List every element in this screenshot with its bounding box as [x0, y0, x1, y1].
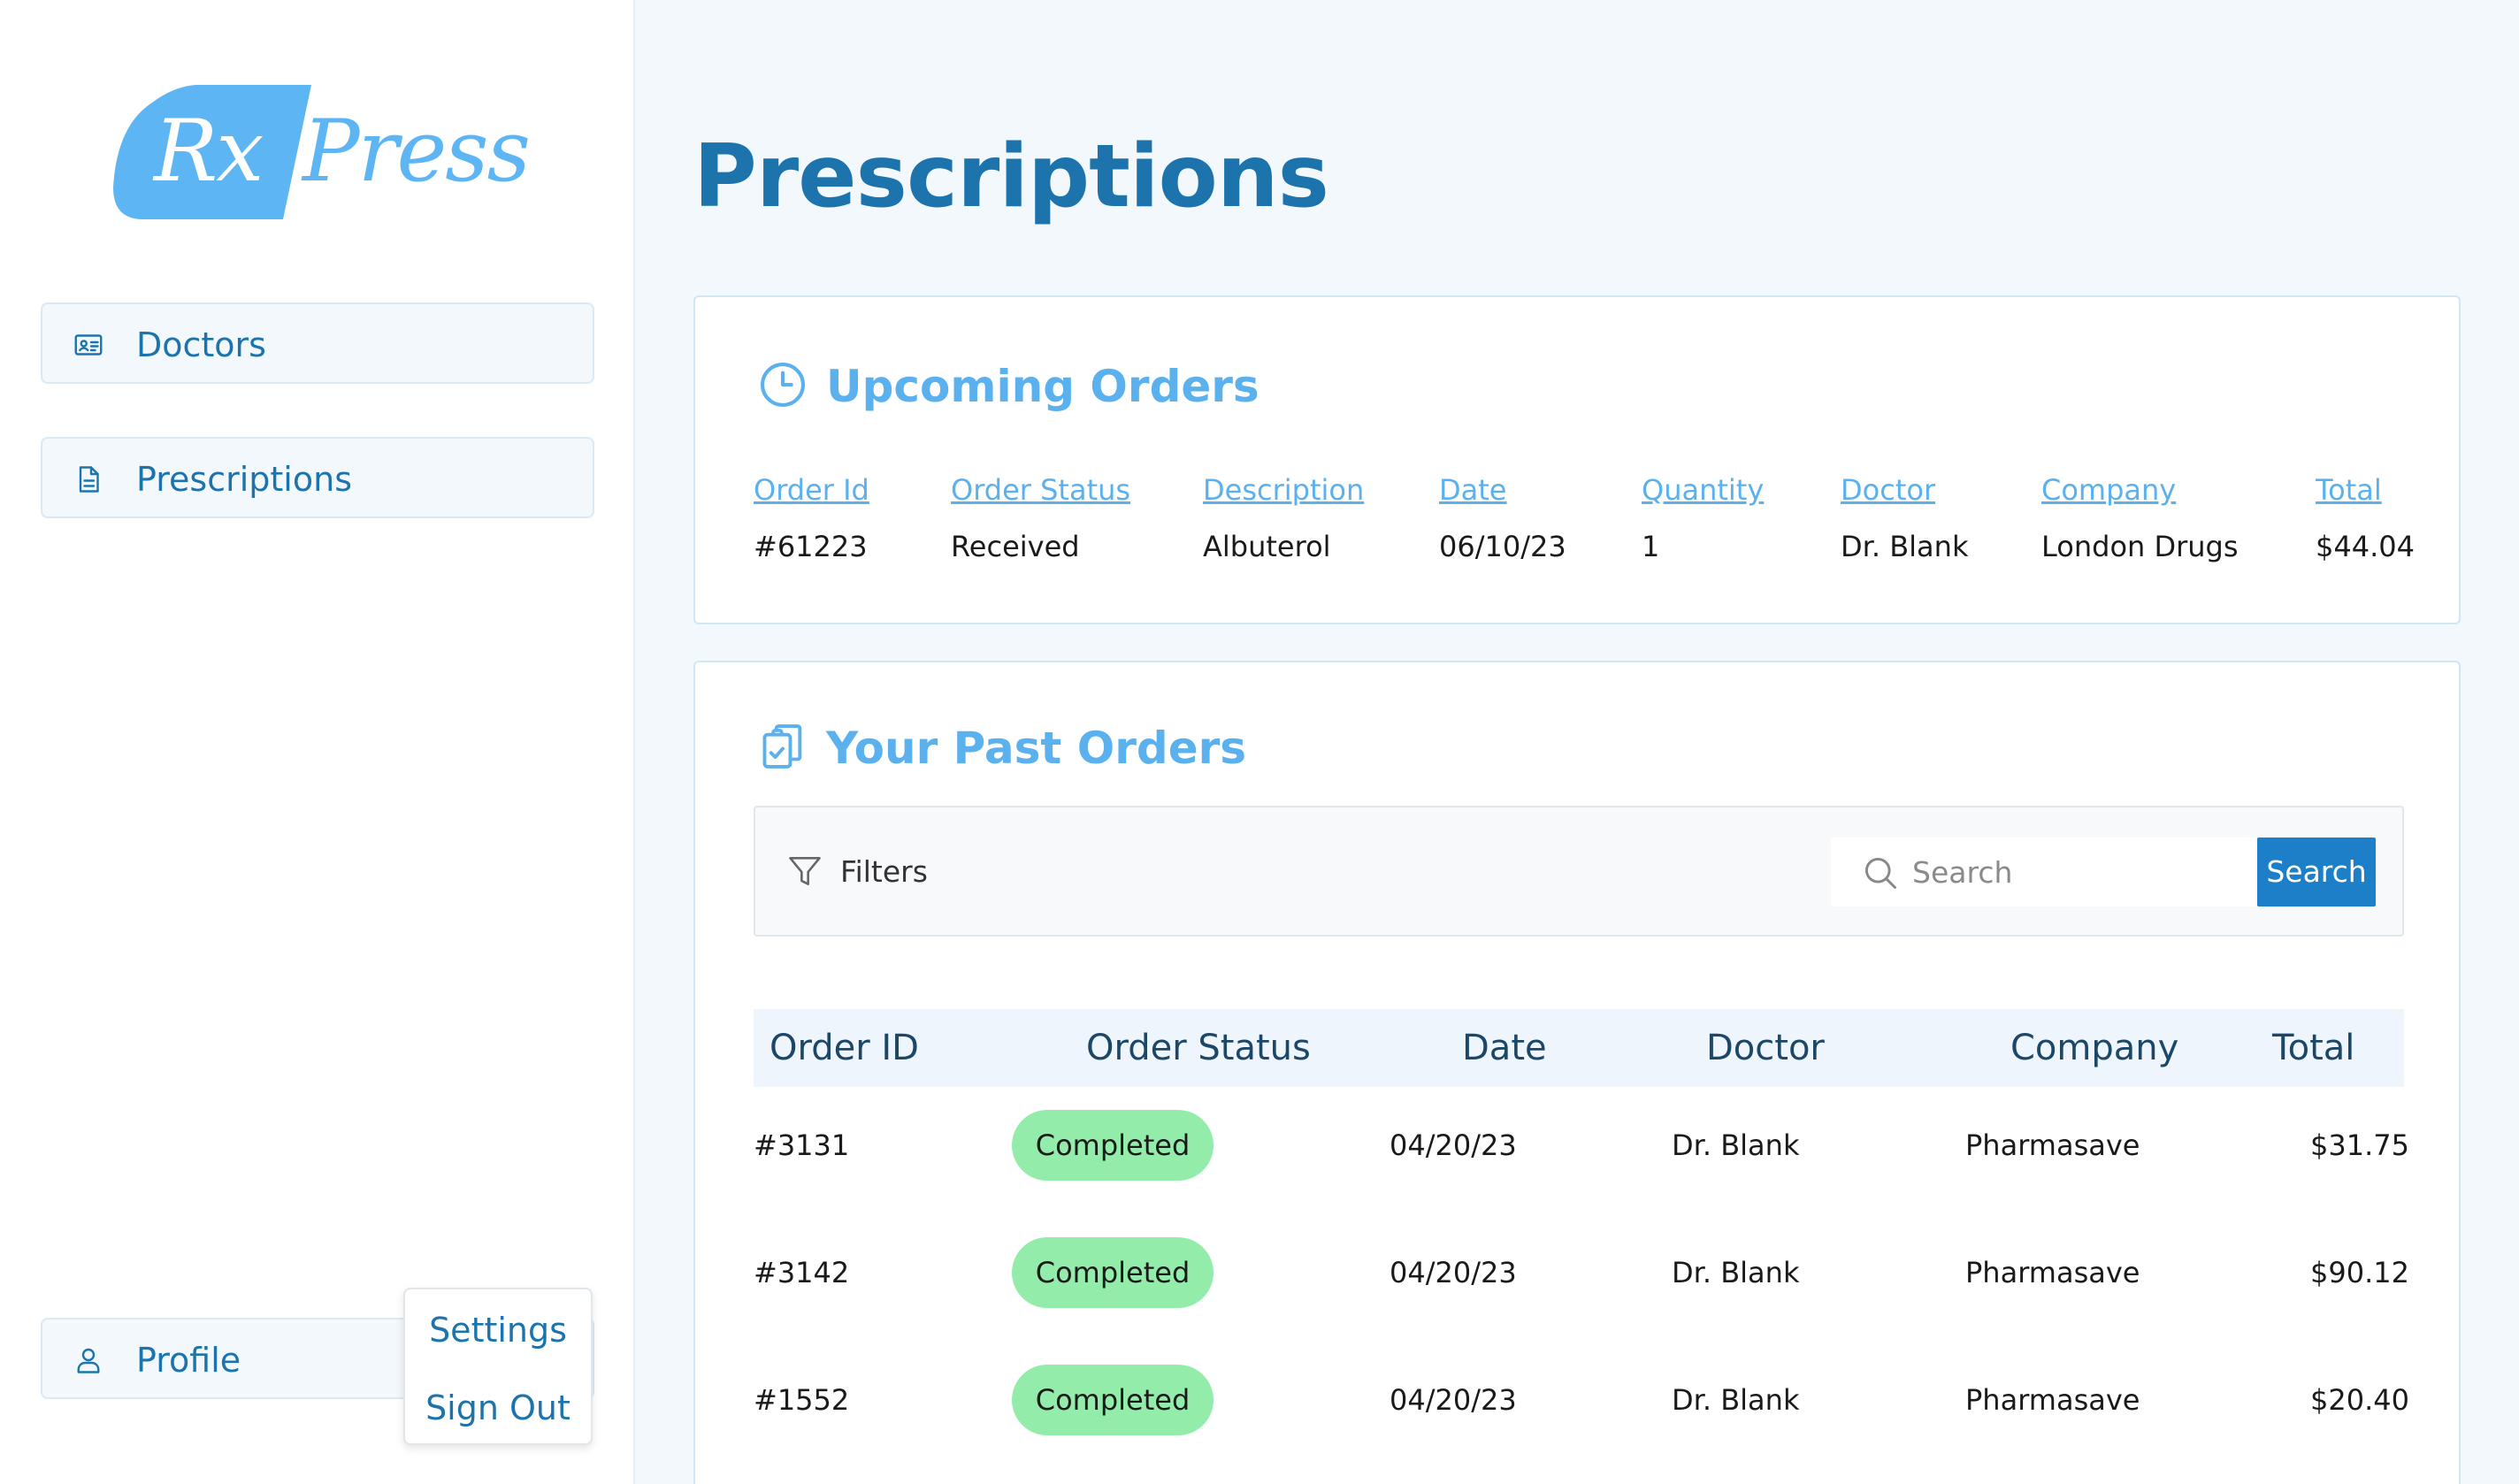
date-cell: 04/20/23 — [1390, 1256, 1517, 1289]
column-header-doctor[interactable]: Doctor — [1706, 1027, 1825, 1069]
upcoming-orders-card: Upcoming Orders Order Id Order Status De… — [693, 295, 2461, 624]
upcoming-description: Albuterol — [1203, 530, 1331, 563]
past-orders-card: Your Past Orders Filters Search Order ID… — [693, 661, 2461, 1484]
column-header-date[interactable]: Date — [1439, 472, 1506, 508]
column-header-doctor[interactable]: Doctor — [1841, 472, 1935, 508]
logo-rx-text: Rx — [154, 102, 264, 201]
date-cell: 04/20/23 — [1390, 1128, 1517, 1162]
upcoming-doctor: Dr. Blank — [1841, 530, 1969, 563]
search-box — [1831, 838, 2257, 906]
sidebar-item-label: Profile — [136, 1341, 241, 1380]
table-row[interactable]: #3142 Completed 04/20/23 Dr. Blank Pharm… — [754, 1214, 2409, 1342]
column-header-order-id[interactable]: Order ID — [769, 1027, 919, 1069]
status-badge: Completed — [1012, 1237, 1214, 1308]
search-input[interactable] — [1912, 850, 2248, 894]
filters-button[interactable]: Filters — [840, 853, 928, 891]
status-badge: Completed — [1012, 1110, 1214, 1181]
filter-bar: Filters Search — [754, 806, 2404, 937]
date-cell: 04/20/23 — [1390, 1383, 1517, 1417]
search-icon — [1861, 853, 1900, 892]
company-cell: Pharmasave — [1965, 1128, 2140, 1162]
column-header-date[interactable]: Date — [1462, 1027, 1547, 1069]
upcoming-orders-title: Upcoming Orders — [826, 361, 1260, 412]
total-cell: $90.12 — [2310, 1256, 2409, 1289]
profile-dropdown-menu: Settings Sign Out — [403, 1288, 593, 1445]
order-id-cell: #3142 — [754, 1256, 850, 1289]
company-cell: Pharmasave — [1965, 1383, 2140, 1417]
status-badge: Completed — [1012, 1365, 1214, 1435]
column-header-total[interactable]: Total — [2316, 472, 2382, 508]
upcoming-order-status: Received — [951, 530, 1080, 563]
search-button[interactable]: Search — [2257, 838, 2376, 906]
document-icon — [73, 463, 104, 495]
column-header-company[interactable]: Company — [2041, 472, 2176, 508]
upcoming-date: 06/10/23 — [1439, 530, 1566, 563]
clipboard-check-icon — [757, 721, 808, 772]
upcoming-order-id: #61223 — [754, 530, 868, 563]
doctor-cell: Dr. Blank — [1672, 1128, 1800, 1162]
upcoming-total: $44.04 — [2316, 530, 2415, 563]
upcoming-quantity: 1 — [1642, 530, 1660, 563]
column-header-order-id[interactable]: Order Id — [754, 472, 869, 508]
past-orders-table-header: Order ID Order Status Date Doctor Compan… — [754, 1009, 2404, 1087]
column-header-quantity[interactable]: Quantity — [1642, 472, 1764, 508]
total-cell: $20.40 — [2310, 1383, 2409, 1417]
sidebar: Rx Press Doctors Prescriptions Profile S… — [0, 0, 635, 1484]
past-orders-title: Your Past Orders — [826, 723, 1247, 774]
column-header-description[interactable]: Description — [1203, 472, 1364, 508]
rxpress-logo[interactable]: Rx Press — [111, 81, 531, 223]
sidebar-item-prescriptions[interactable]: Prescriptions — [41, 437, 594, 518]
doctor-cell: Dr. Blank — [1672, 1256, 1800, 1289]
user-icon — [73, 1344, 104, 1376]
filter-funnel-icon[interactable] — [785, 852, 824, 891]
sidebar-item-label: Prescriptions — [136, 460, 352, 499]
doctor-cell: Dr. Blank — [1672, 1383, 1800, 1417]
table-row[interactable]: #3131 Completed 04/20/23 Dr. Blank Pharm… — [754, 1087, 2409, 1214]
table-row[interactable]: #1552 Completed 04/20/23 Dr. Blank Pharm… — [754, 1342, 2409, 1469]
order-id-cell: #1552 — [754, 1383, 850, 1417]
sidebar-item-label: Doctors — [136, 325, 266, 364]
column-header-order-status[interactable]: Order Status — [951, 472, 1130, 508]
clock-icon — [757, 359, 808, 410]
sidebar-item-doctors[interactable]: Doctors — [41, 302, 594, 384]
page-title: Prescriptions — [693, 126, 1329, 227]
sign-out-menu-item[interactable]: Sign Out — [405, 1387, 591, 1429]
order-id-cell: #3131 — [754, 1128, 850, 1162]
company-cell: Pharmasave — [1965, 1256, 2140, 1289]
upcoming-company: London Drugs — [2041, 530, 2239, 563]
column-header-total[interactable]: Total — [2272, 1027, 2354, 1069]
logo-press-text: Press — [302, 102, 531, 201]
settings-menu-item[interactable]: Settings — [405, 1309, 591, 1351]
total-cell: $31.75 — [2310, 1128, 2409, 1162]
column-header-company[interactable]: Company — [2010, 1027, 2178, 1069]
id-card-icon — [73, 329, 104, 361]
column-header-order-status[interactable]: Order Status — [1086, 1027, 1311, 1069]
